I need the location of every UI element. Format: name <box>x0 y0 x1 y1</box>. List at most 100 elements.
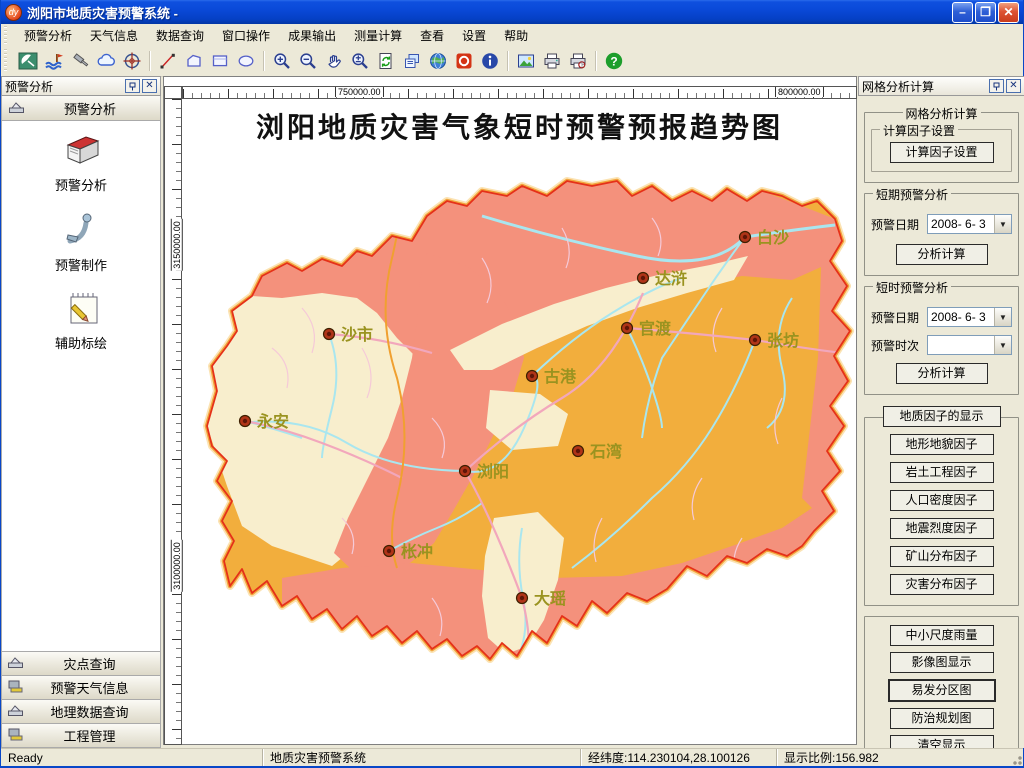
refresh-view-icon[interactable] <box>374 49 398 73</box>
restore-button[interactable]: ❐ <box>975 2 996 23</box>
clear-display-button[interactable]: 清空显示 <box>890 735 994 748</box>
ruler-label: 800000.00 <box>775 87 824 97</box>
flood-warning-icon[interactable] <box>42 49 66 73</box>
menu-warning-analysis[interactable]: 预警分析 <box>15 25 81 46</box>
pin-icon[interactable] <box>125 79 140 93</box>
draw-polygon-icon[interactable] <box>182 49 206 73</box>
warning-period-label: 预警时次 <box>871 337 927 354</box>
draw-rectangle-icon[interactable] <box>208 49 232 73</box>
city-marker-core <box>387 549 391 553</box>
terrain-factor-button[interactable]: 地形地貌因子 <box>890 434 994 455</box>
menu-data-query[interactable]: 数据查询 <box>147 25 213 46</box>
close-button[interactable]: ✕ <box>998 2 1019 23</box>
rainfall-scale-button[interactable]: 中小尺度雨量 <box>890 625 994 646</box>
toolbar-gripper[interactable] <box>4 49 12 73</box>
menu-gripper[interactable] <box>4 26 12 44</box>
pin-icon[interactable] <box>989 79 1004 93</box>
export-image-icon[interactable] <box>514 49 538 73</box>
svg-text:?: ? <box>610 55 617 69</box>
bar-project-management[interactable]: 工程管理 <box>1 724 161 748</box>
menu-bar: 预警分析 天气信息 数据查询 窗口操作 成果输出 测量计算 查看 设置 帮助 <box>1 24 1023 47</box>
warning-period-value <box>928 336 994 354</box>
disaster-factor-button[interactable]: 灾害分布因子 <box>890 574 994 595</box>
print-preview-icon[interactable] <box>566 49 590 73</box>
info-icon[interactable] <box>478 49 502 73</box>
pan-hand-icon[interactable] <box>322 49 346 73</box>
city-label: 官渡 <box>639 319 672 338</box>
warning-date-combobox[interactable]: 2008- 6- 3 ▼ <box>927 214 1012 234</box>
city-marker-core <box>743 235 747 239</box>
zoom-in-icon[interactable] <box>270 49 294 73</box>
satellite-map-icon[interactable] <box>16 49 40 73</box>
warning-analysis-panel: 预警分析 ✕ 预警分析 预警分析 预警制作 辅助标绘 灾点查询 预警天气信息 <box>1 76 161 748</box>
zoom-extent-icon[interactable] <box>348 49 372 73</box>
help-icon[interactable]: ? <box>602 49 626 73</box>
menu-weather-info[interactable]: 天气信息 <box>81 25 147 46</box>
chevron-down-icon[interactable]: ▼ <box>994 215 1011 233</box>
chevron-down-icon[interactable]: ▼ <box>994 336 1011 354</box>
bar-label: 地理数据查询 <box>24 702 155 721</box>
city-marker-core <box>641 276 645 280</box>
menu-window-ops[interactable]: 窗口操作 <box>213 25 279 46</box>
population-factor-button[interactable]: 人口密度因子 <box>890 490 994 511</box>
toolbar-separator <box>595 51 597 71</box>
bar-label: 预警天气信息 <box>24 678 155 697</box>
chevron-down-icon[interactable]: ▼ <box>994 308 1011 326</box>
geotech-factor-button[interactable]: 岩土工程因子 <box>890 462 994 483</box>
draw-line-icon[interactable] <box>156 49 180 73</box>
prevention-plan-button[interactable]: 防治规划图 <box>890 708 994 729</box>
city-label: 张坊 <box>767 331 799 350</box>
crosshair-locate-icon[interactable] <box>120 49 144 73</box>
resize-grip[interactable] <box>1009 752 1023 766</box>
short-time-label: 短时预警分析 <box>873 279 951 296</box>
short-term-calc-button[interactable]: 分析计算 <box>896 244 988 265</box>
item-aux-plotting[interactable]: 辅助标绘 <box>55 289 107 352</box>
grid-analysis-panel: 网格分析计算 ✕ 网格分析计算 计算因子设置 计算因子设置 短期预警分析 预警日… <box>858 76 1024 748</box>
warning-date-combobox[interactable]: 2008- 6- 3 ▼ <box>927 307 1012 327</box>
short-term-warning-group: 短期预警分析 预警日期 2008- 6- 3 ▼ 分析计算 <box>864 193 1019 276</box>
short-time-calc-button[interactable]: 分析计算 <box>896 363 988 384</box>
mine-factor-button[interactable]: 矿山分布因子 <box>890 546 994 567</box>
geo-factor-display-button[interactable]: 地质因子的显示 <box>883 406 1001 427</box>
minimize-button[interactable]: – <box>952 2 973 23</box>
left-panel-section-header[interactable]: 预警分析 <box>1 96 161 121</box>
bar-geo-data-query[interactable]: 地理数据查询 <box>1 700 161 724</box>
hammer-tool-icon[interactable] <box>68 49 92 73</box>
warning-date-value: 2008- 6- 3 <box>928 215 994 233</box>
zoom-out-icon[interactable] <box>296 49 320 73</box>
susceptibility-zoning-button[interactable]: 易发分区图 <box>888 679 996 702</box>
close-icon[interactable]: ✕ <box>142 79 157 93</box>
cloud-weather-icon[interactable] <box>94 49 118 73</box>
city-label: 白沙 <box>757 228 789 247</box>
bar-disaster-point-query[interactable]: 灾点查询 <box>1 652 161 676</box>
menu-settings[interactable]: 设置 <box>453 25 495 46</box>
status-scale: 显示比例:156.982 <box>777 749 886 766</box>
calc-factor-setup-button[interactable]: 计算因子设置 <box>890 142 994 163</box>
seismic-factor-button[interactable]: 地震烈度因子 <box>890 518 994 539</box>
copy-layers-icon[interactable] <box>400 49 424 73</box>
right-panel-body: 网格分析计算 计算因子设置 计算因子设置 短期预警分析 预警日期 2008- 6… <box>858 96 1024 748</box>
geo-factors-group: 地质因子的显示 地形地貌因子 岩土工程因子 人口密度因子 地震烈度因子 矿山分布… <box>864 417 1019 606</box>
item-warning-making[interactable]: 预警制作 <box>55 209 107 274</box>
close-icon[interactable]: ✕ <box>1006 79 1021 93</box>
bar-label: 工程管理 <box>24 726 155 745</box>
toolbar-separator <box>507 51 509 71</box>
menu-help[interactable]: 帮助 <box>495 25 537 46</box>
item-warning-analysis[interactable]: 预警分析 <box>55 133 107 194</box>
menu-measure[interactable]: 测量计算 <box>345 25 411 46</box>
bar-warning-weather-info[interactable]: 预警天气信息 <box>1 676 161 700</box>
liuyang-map[interactable]: 白沙达浒官渡张坊沙市古港永安石湾浏阳枨冲大瑶 <box>182 98 857 746</box>
menu-output[interactable]: 成果输出 <box>279 25 345 46</box>
menu-view[interactable]: 查看 <box>411 25 453 46</box>
warning-analysis-book-icon <box>60 133 102 172</box>
warning-period-combobox[interactable]: ▼ <box>927 335 1012 355</box>
image-display-button[interactable]: 影像图显示 <box>890 652 994 673</box>
left-panel-title: 预警分析 <box>5 78 123 95</box>
print-icon[interactable] <box>540 49 564 73</box>
map-canvas[interactable]: 白沙达浒官渡张坊沙市古港永安石湾浏阳枨冲大瑶 浏阳地质灾害气象短时预警预报趋势图 <box>182 98 857 746</box>
city-marker-core <box>530 374 534 378</box>
group-label: 网格分析计算 <box>902 105 980 122</box>
stop-icon[interactable] <box>452 49 476 73</box>
draw-ellipse-icon[interactable] <box>234 49 258 73</box>
web-globe-icon[interactable] <box>426 49 450 73</box>
